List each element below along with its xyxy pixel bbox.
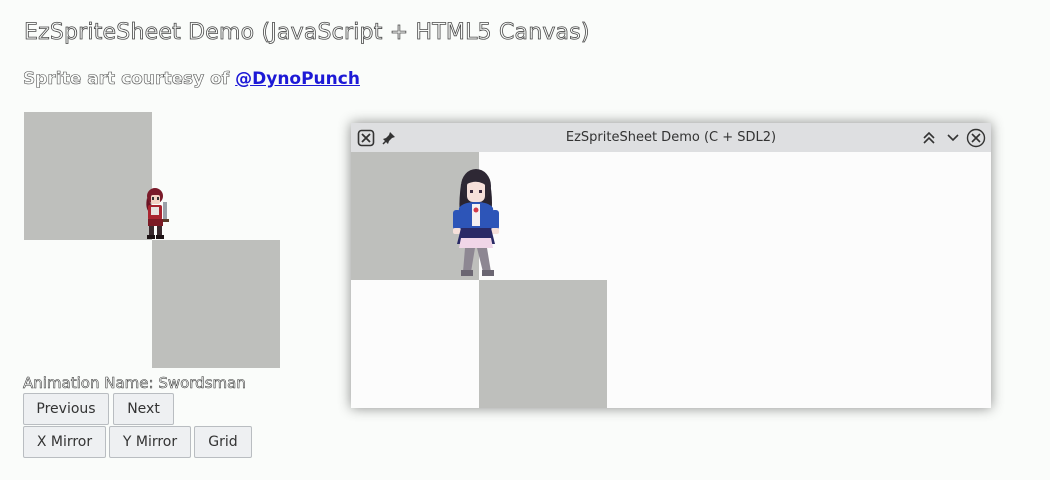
y-mirror-button[interactable]: Y Mirror bbox=[109, 426, 191, 458]
chevron-down-icon[interactable] bbox=[943, 128, 963, 148]
window-title: EzSpriteSheet Demo (C + SDL2) bbox=[565, 130, 777, 145]
double-chevron-up-icon[interactable] bbox=[919, 128, 939, 148]
grid-tile bbox=[24, 112, 152, 240]
swordsman-sprite bbox=[146, 188, 169, 239]
circle-close-icon[interactable] bbox=[966, 128, 986, 148]
credit-prefix: Sprite art courtesy of bbox=[23, 69, 236, 90]
next-button[interactable]: Next bbox=[113, 393, 174, 425]
sdl-window[interactable]: EzSpriteSheet Demo (C + SDL2) bbox=[351, 123, 991, 408]
credit-line: Sprite art courtesy of @DynoPunch bbox=[23, 69, 360, 90]
previous-button[interactable]: Previous bbox=[23, 393, 109, 425]
window-titlebar[interactable]: EzSpriteSheet Demo (C + SDL2) bbox=[351, 123, 991, 152]
credit-link[interactable]: @DynoPunch bbox=[235, 69, 360, 89]
grid-tile bbox=[479, 280, 607, 408]
grid-tile bbox=[152, 240, 280, 368]
sdl-render-area bbox=[351, 152, 991, 408]
x-mirror-button[interactable]: X Mirror bbox=[23, 426, 106, 458]
sprite-canvas bbox=[24, 112, 280, 368]
animation-name-label: Animation Name: Swordsman bbox=[23, 374, 246, 393]
girl-sprite bbox=[453, 169, 499, 276]
page-title: EzSpriteSheet Demo (JavaScript + HTML5 C… bbox=[24, 20, 590, 46]
grid-button[interactable]: Grid bbox=[194, 426, 252, 458]
